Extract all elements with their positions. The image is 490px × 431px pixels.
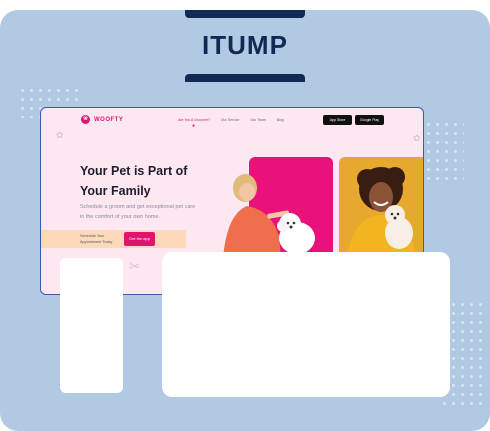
nav-link-groomer[interactable]: Are You A Groomer?	[178, 118, 210, 122]
site-logo[interactable]: ❀ WOOFTY	[81, 115, 123, 124]
hero-subtitle: Schedule a groom and get exceptional pet…	[80, 204, 196, 220]
google-play-button[interactable]: Google Play	[355, 115, 384, 125]
nav-link-service[interactable]: Our Service	[221, 118, 239, 122]
blank-panel-left	[60, 258, 123, 393]
dot-pattern	[424, 120, 464, 180]
get-the-app-button[interactable]: Get the app	[124, 232, 155, 246]
blank-panel-right	[162, 252, 450, 397]
hero-title-line1: Your Pet is Part of	[80, 164, 188, 178]
store-buttons: App Store Google Play	[323, 115, 384, 125]
scissors-decoration-icon: ✂	[129, 258, 141, 274]
nav-link-blog[interactable]: Blog	[277, 118, 284, 122]
active-nav-paw-icon: ●	[192, 123, 196, 129]
logo-text: WOOFTY	[94, 116, 124, 123]
brand-title: ITUMP	[202, 30, 288, 60]
owner-photo	[347, 167, 417, 258]
nav-link-team[interactable]: Our Team	[250, 118, 265, 122]
paw-icon: ❀	[81, 115, 90, 124]
nav-links: Are You A Groomer? Our Service Our Team …	[178, 118, 284, 122]
groomer-photo	[223, 174, 315, 258]
paw-decoration-icon: ✿	[56, 130, 64, 140]
cta-text: Schedule Your Appointment Today	[80, 234, 113, 244]
owner-photo-card	[339, 157, 423, 258]
paw-decoration-icon: ✿	[413, 133, 421, 143]
app-store-button[interactable]: App Store	[323, 115, 352, 125]
hero-title-line2: Your Family	[80, 184, 151, 198]
hero-title: Your Pet is Part of Your Family	[80, 161, 220, 201]
brand-bar-top	[185, 10, 305, 18]
site-nav: ❀ WOOFTY Are You A Groomer? Our Service …	[41, 108, 423, 130]
brand-bar-bottom	[185, 74, 305, 82]
cta-bar: Schedule Your Appointment Today Get the …	[41, 230, 186, 248]
